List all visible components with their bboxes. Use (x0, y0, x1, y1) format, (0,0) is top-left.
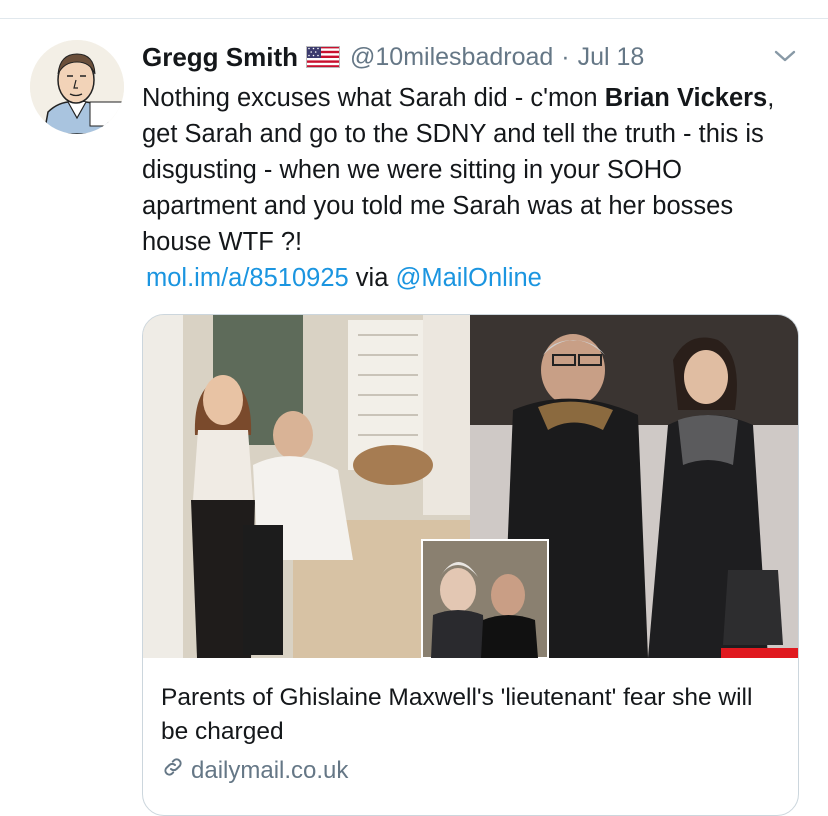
link-icon (161, 755, 191, 786)
tweet-text-bold-mention: Brian Vickers (604, 84, 768, 112)
card-domain[interactable]: dailymail.co.uk (161, 755, 348, 786)
author-handle[interactable]: @10milesbadroad (350, 43, 553, 72)
us-flag-icon (306, 46, 341, 68)
tweet-link-line: mol.im/a/8510925 via @MailOnline (146, 260, 542, 296)
card-domain-text: dailymail.co.uk (191, 756, 349, 784)
tweet-header: Gregg Smith @10milesbadroad · Jul 18 (142, 40, 644, 74)
article-short-link[interactable]: mol.im/a/8510925 (146, 264, 349, 292)
tweet-date[interactable]: Jul 18 (578, 43, 645, 72)
chevron-down-icon[interactable] (772, 46, 798, 66)
header-separator: · (561, 42, 570, 71)
avatar[interactable] (30, 40, 124, 134)
tweet-text: Nothing excuses what Sarah did - c'mon B… (142, 80, 802, 260)
top-divider (0, 18, 828, 19)
link-preview-card[interactable]: Parents of Ghislaine Maxwell's 'lieutena… (142, 314, 799, 816)
card-image (143, 315, 798, 658)
author-name[interactable]: Gregg Smith (142, 42, 298, 73)
avatar-illustration (30, 40, 124, 134)
tweet-text-part1: Nothing excuses what Sarah did - c'mon (142, 84, 605, 112)
mention-link[interactable]: @MailOnline (396, 264, 542, 292)
via-text: via (348, 264, 396, 292)
card-title[interactable]: Parents of Ghislaine Maxwell's 'lieutena… (161, 681, 781, 749)
